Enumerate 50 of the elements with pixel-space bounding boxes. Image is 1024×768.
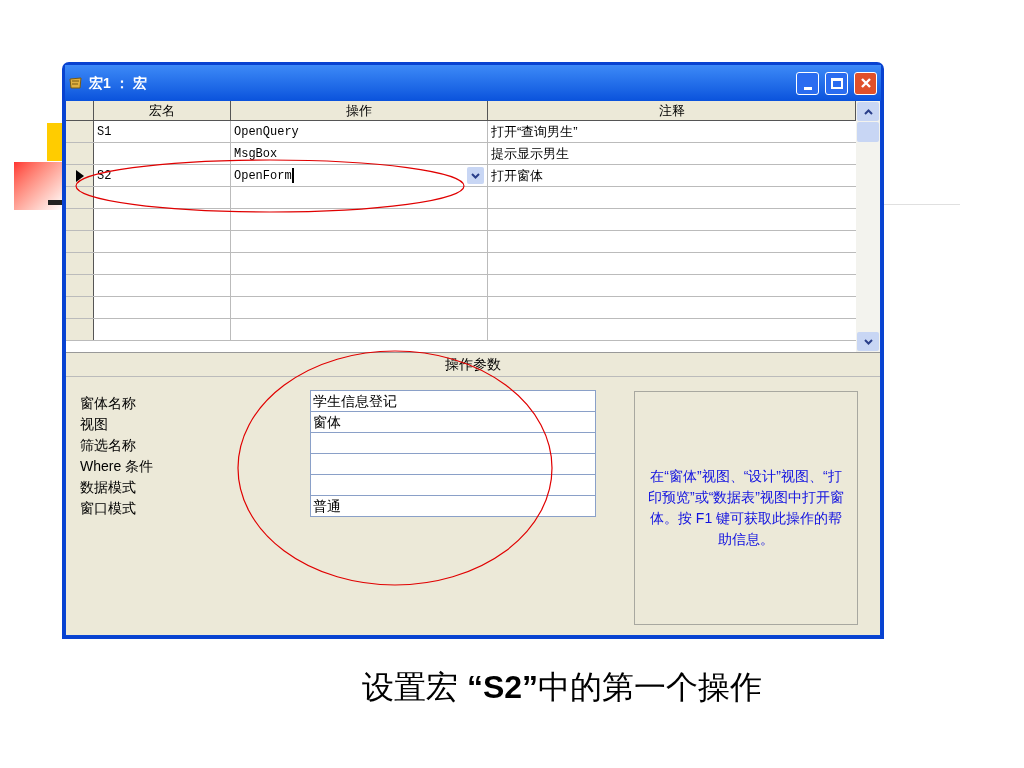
action-cell-text: OpenForm xyxy=(234,167,292,185)
parameter-label: 筛选名称 xyxy=(80,436,137,455)
parameter-label: 窗体名称 xyxy=(80,394,137,413)
row-selector[interactable] xyxy=(66,319,94,340)
comment-cell-text: 打开“查询男生” xyxy=(491,122,578,141)
text-cursor xyxy=(291,168,294,183)
dropdown-button[interactable] xyxy=(467,167,484,184)
caret-up-icon xyxy=(863,108,873,115)
macro-name-cell-text: S2 xyxy=(97,167,112,185)
row-selector[interactable] xyxy=(66,165,94,186)
parameter-field[interactable] xyxy=(310,474,596,496)
row-selector[interactable] xyxy=(66,209,94,230)
comment-cell-text: 打开窗体 xyxy=(491,166,543,185)
close-button[interactable] xyxy=(854,71,877,95)
row-selector[interactable] xyxy=(66,297,94,318)
caret-down-icon xyxy=(471,172,480,179)
help-text: 在“窗体”视图、“设计”视图、“打印预览”或“数据表”视图中打开窗体。按 F1 键可获取此操作的帮助信息。 xyxy=(647,467,845,549)
row-selector[interactable] xyxy=(66,231,94,252)
maximize-button[interactable] xyxy=(825,71,848,95)
action-cell-text: OpenQuery xyxy=(234,123,299,141)
window-title: 宏1 ： 宏 xyxy=(89,73,148,93)
parameter-label: 视图 xyxy=(80,415,109,434)
scroll-thumb[interactable] xyxy=(857,122,879,142)
current-row-icon xyxy=(75,169,84,182)
parameter-field[interactable]: 普通 xyxy=(310,495,596,517)
comment-cell-text: 提示显示男生 xyxy=(491,144,569,163)
scroll-down-button[interactable] xyxy=(857,332,879,351)
row-selector[interactable] xyxy=(66,187,94,208)
parameter-label: 数据模式 xyxy=(80,478,137,497)
macro-icon xyxy=(69,76,83,90)
row-selector[interactable] xyxy=(66,253,94,274)
parameter-field[interactable] xyxy=(310,432,596,454)
parameter-label: 窗口模式 xyxy=(80,499,137,518)
scrollbar[interactable] xyxy=(856,101,880,352)
row-selector[interactable] xyxy=(66,143,94,164)
column-header: 操作 xyxy=(231,101,488,120)
slide-caption: 设置宏 “S2”中的第一个操作 xyxy=(361,668,763,707)
parameter-field[interactable]: 窗体 xyxy=(310,411,596,433)
macro-name-cell-text: S1 xyxy=(97,123,112,141)
column-header: 宏名 xyxy=(94,101,231,120)
parameter-field[interactable] xyxy=(310,453,596,475)
parameter-label: Where 条件 xyxy=(80,457,155,476)
close-icon xyxy=(859,77,872,89)
row-selector[interactable] xyxy=(66,121,94,142)
row-selector[interactable] xyxy=(66,275,94,296)
parameter-field[interactable]: 学生信息登记 xyxy=(310,390,596,412)
caret-down-icon xyxy=(863,338,873,345)
minimize-button[interactable] xyxy=(796,71,819,95)
scroll-up-button[interactable] xyxy=(857,102,879,121)
action-cell-text: MsgBox xyxy=(234,145,278,163)
